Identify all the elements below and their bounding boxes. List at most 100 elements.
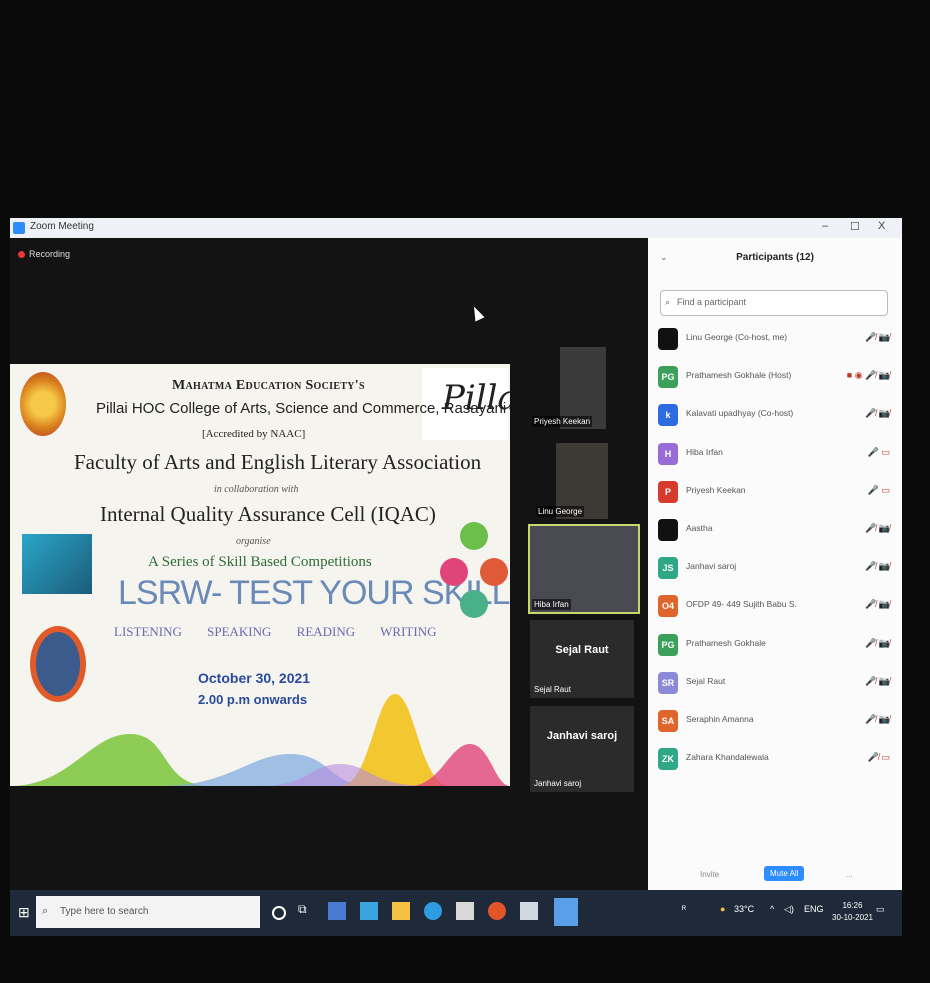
clock-time: 16:26 xyxy=(842,901,863,910)
edge-icon[interactable] xyxy=(424,902,442,920)
mute-all-button[interactable]: Mute All xyxy=(764,866,805,881)
audio-video-status-icon[interactable]: 🎤̸ 📷̸ xyxy=(865,523,890,534)
avatar: SA xyxy=(658,710,678,732)
participant-row[interactable]: k Kalavati upadhyay (Co-host) 🎤̸ 📷̸ xyxy=(658,402,892,428)
video-linu[interactable]: Linu George xyxy=(536,443,608,519)
audio-video-status-icon[interactable]: 🎤̸ 📷̸ xyxy=(865,408,890,419)
audio-video-status-icon[interactable]: 🎤̸ 📷̸ xyxy=(865,561,890,572)
taskbar: ⊞ ⌕ Type here to search ⧉ ᴿ ● 33°C ^ ◁) … xyxy=(10,890,902,936)
participant-row[interactable]: JS Janhavi saroj 🎤̸ 📷̸ xyxy=(658,555,892,581)
participant-row[interactable]: Linu George (Co-host, me) 🎤̸ 📷̸ xyxy=(658,326,892,352)
zoom-taskbar-icon[interactable] xyxy=(554,898,578,926)
record-dot-icon xyxy=(18,251,25,259)
minimize-button[interactable]: – xyxy=(822,220,828,232)
participant-search-input[interactable]: ⌕ Find a participant xyxy=(660,290,888,316)
decorative-waves xyxy=(10,694,510,786)
avatar xyxy=(658,519,678,541)
video-priyesh[interactable]: Priyesh Keekan xyxy=(532,347,606,429)
video-label: Linu George xyxy=(536,506,585,517)
audio-video-status-icon[interactable]: ■ ◉ 🎤̸ 📷̸ xyxy=(847,370,890,381)
participant-name: Prathamesh Gokhale xyxy=(686,637,766,648)
avatar: ZK xyxy=(658,748,678,771)
slide-iqac: Internal Quality Assurance Cell (IQAC) xyxy=(100,502,436,526)
participant-name: Hiba Irfan xyxy=(686,446,723,457)
participant-row[interactable]: PG Prathamesh Gokhale 🎤̸ 📷̸ xyxy=(658,632,892,658)
participant-name: Zahara Khandalewala xyxy=(686,752,769,763)
zoom-icon xyxy=(13,222,25,234)
chevron-up-icon[interactable]: ^ xyxy=(770,904,774,914)
audio-video-status-icon[interactable]: 🎤 ▭ xyxy=(868,447,890,458)
skills-wheel-icon xyxy=(30,626,86,702)
task-view-icon[interactable]: ⧉ xyxy=(298,902,316,920)
slide-collab: in collaboration with xyxy=(214,484,299,495)
tile-janhavi[interactable]: Janhavi saroj Janhavi saroj xyxy=(530,706,634,792)
avatar: PG xyxy=(658,633,678,656)
search-icon: ⌕ xyxy=(42,905,49,917)
more-button[interactable]: ... xyxy=(846,870,853,879)
slide-organise: organise xyxy=(236,536,271,547)
slide-series: A Series of Skill Based Competitions xyxy=(148,554,372,570)
avatar: O4 xyxy=(658,595,678,618)
avatar: H xyxy=(658,442,678,465)
audio-video-status-icon[interactable]: 🎤̸ 📷̸ xyxy=(865,599,890,610)
taskbar-search-placeholder: Type here to search xyxy=(60,906,149,917)
avatar: k xyxy=(658,404,678,427)
college-logo-icon xyxy=(20,372,66,436)
slide-skills: LISTENING SPEAKING READING WRITING xyxy=(114,624,437,639)
taskbar-search-input[interactable]: ⌕ Type here to search xyxy=(36,896,260,928)
participant-row[interactable]: SA Seraphin Amanna 🎤̸ 📷̸ xyxy=(658,708,892,734)
weather-icon[interactable]: ● xyxy=(720,904,725,914)
audio-video-status-icon[interactable]: 🎤̸ 📷̸ xyxy=(865,676,890,687)
title-bar: Zoom Meeting – ☐ X xyxy=(10,218,902,238)
notepad-icon[interactable] xyxy=(456,902,474,920)
taskbar-clock[interactable]: 16:26 30-10-2021 xyxy=(832,900,873,924)
close-button[interactable]: X xyxy=(878,220,885,232)
audio-video-status-icon[interactable]: 🎤̸ ▭ xyxy=(868,752,890,763)
participant-name: Priyesh Keekan xyxy=(686,484,746,495)
volume-icon[interactable]: ◁) xyxy=(784,904,794,915)
folder-icon[interactable] xyxy=(392,902,410,920)
window-title: Zoom Meeting xyxy=(30,221,94,232)
chrome-icon[interactable] xyxy=(488,902,506,920)
audio-video-status-icon[interactable]: 🎤̸ 📷̸ xyxy=(865,332,890,343)
file-explorer-icon[interactable] xyxy=(328,902,346,920)
invite-button[interactable]: Invite xyxy=(700,870,719,879)
video-hiba[interactable]: Hiba Irfan xyxy=(528,524,640,614)
avatar: P xyxy=(658,480,678,503)
avatar: JS xyxy=(658,557,678,580)
tile-name: Sejal Raut xyxy=(555,644,609,656)
participant-row[interactable]: PG Prathamesh Gokhale (Host) ■ ◉ 🎤̸ 📷̸ xyxy=(658,364,892,390)
audio-video-status-icon[interactable]: 🎤 ▭ xyxy=(868,485,890,496)
maximize-button[interactable]: ☐ xyxy=(850,220,860,233)
participant-row[interactable]: O4 OFDP 49- 449 Sujith Babu S. 🎤̸ 📷̸ xyxy=(658,593,892,619)
participant-name: Janhavi saroj xyxy=(686,561,737,572)
audio-video-status-icon[interactable]: 🎤̸ 📷̸ xyxy=(865,638,890,649)
language-indicator[interactable]: ENG xyxy=(804,904,824,914)
avatar: PG xyxy=(658,366,678,389)
participant-name: Kalavati upadhyay (Co-host) xyxy=(686,408,794,419)
participant-row[interactable]: H Hiba Irfan 🎤 ▭ xyxy=(658,441,892,467)
participant-row[interactable]: Aastha 🎤̸ 📷̸ xyxy=(658,517,892,543)
slide-college-name: Pillai HOC College of Arts, Science and … xyxy=(96,400,507,417)
word-icon[interactable] xyxy=(520,902,538,920)
participant-name: Sejal Raut xyxy=(686,675,726,686)
windows-start-icon[interactable]: ⊞ xyxy=(18,904,30,921)
participant-row[interactable]: SR Sejal Raut 🎤̸ 📷̸ xyxy=(658,670,892,696)
tile-sejal[interactable]: Sejal Raut Sejal Raut xyxy=(530,620,634,698)
cortana-icon[interactable] xyxy=(272,906,286,920)
video-label: Priyesh Keekan xyxy=(532,416,593,427)
tile-label: Sejal Raut xyxy=(534,685,571,694)
slide-date: October 30, 2021 xyxy=(198,670,311,686)
tile-name: Janhavi saroj xyxy=(546,730,618,742)
people-icon[interactable]: ᴿ xyxy=(682,904,686,914)
participant-row[interactable]: P Priyesh Keekan 🎤 ▭ xyxy=(658,479,892,505)
tile-label: Janhavi saroj xyxy=(534,779,582,788)
participant-row[interactable]: ZK Zahara Khandalewala 🎤̸ ▭ xyxy=(658,746,892,772)
notification-icon[interactable]: ▭ xyxy=(876,904,885,915)
clock-date: 30-10-2021 xyxy=(832,913,873,922)
recording-indicator[interactable]: Recording xyxy=(18,249,70,259)
weather-temp[interactable]: 33°C xyxy=(734,904,754,914)
store-icon[interactable] xyxy=(360,902,378,920)
participant-name: OFDP 49- 449 Sujith Babu S. xyxy=(686,599,797,610)
audio-video-status-icon[interactable]: 🎤̸ 📷̸ xyxy=(865,714,890,725)
